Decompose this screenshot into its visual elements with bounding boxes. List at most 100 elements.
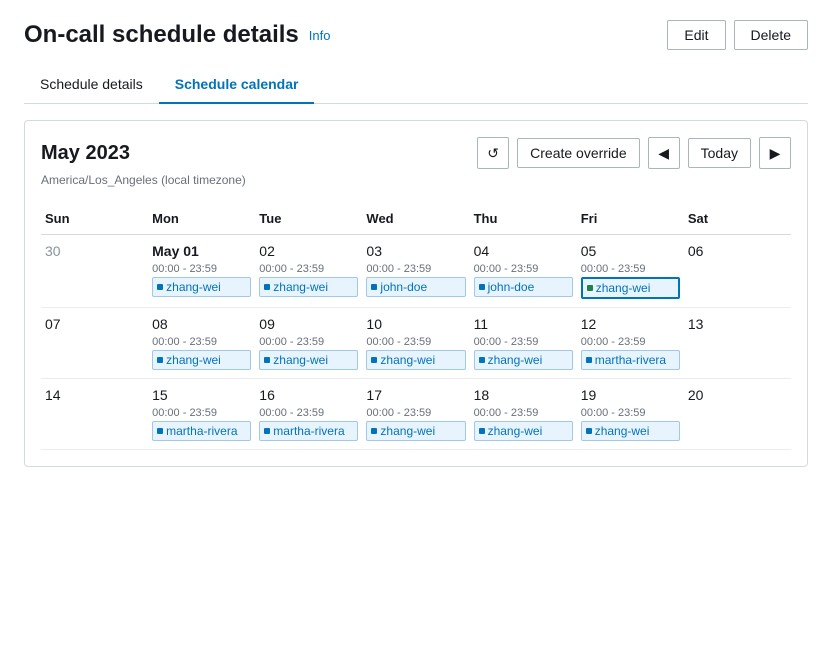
event-chip[interactable]: zhang-wei <box>581 277 680 299</box>
calendar-day-cell: 1500:00 - 23:59martha-rivera <box>148 379 255 450</box>
event-label: zhang-wei <box>380 353 435 367</box>
event-chip[interactable]: martha-rivera <box>259 421 358 441</box>
calendar-day-header-sun: Sun <box>41 203 148 235</box>
event-chip[interactable]: zhang-wei <box>259 277 358 297</box>
day-number: 20 <box>688 387 787 403</box>
info-badge[interactable]: Info <box>309 28 331 43</box>
event-time: 00:00 - 23:59 <box>366 407 465 419</box>
delete-button[interactable]: Delete <box>734 20 808 50</box>
event-label: zhang-wei <box>166 353 221 367</box>
event-dot <box>586 428 592 434</box>
day-number: 10 <box>366 316 465 332</box>
event-chip[interactable]: martha-rivera <box>152 421 251 441</box>
calendar-day-cell: 1800:00 - 23:59zhang-wei <box>470 379 577 450</box>
calendar-header-row: SunMonTueWedThuFriSat <box>41 203 791 235</box>
create-override-button[interactable]: Create override <box>517 138 640 168</box>
event-dot <box>264 428 270 434</box>
event-chip[interactable]: zhang-wei <box>152 350 251 370</box>
event-chip[interactable]: zhang-wei <box>581 421 680 441</box>
calendar-day-header-fri: Fri <box>577 203 684 235</box>
calendar-day-cell: 0300:00 - 23:59john-doe <box>362 235 469 308</box>
event-dot <box>371 357 377 363</box>
calendar-day-cell: 1600:00 - 23:59martha-rivera <box>255 379 362 450</box>
event-label: zhang-wei <box>273 280 328 294</box>
event-dot <box>479 428 485 434</box>
calendar-day-cell: 05 00:00 - 23:59 zhang-wei <box>577 235 684 308</box>
calendar-day-header-thu: Thu <box>470 203 577 235</box>
today-button[interactable]: Today <box>688 138 751 168</box>
event-label: martha-rivera <box>595 353 666 367</box>
page: On-call schedule details Info Edit Delet… <box>0 0 832 657</box>
calendar-day-cell: 1200:00 - 23:59martha-rivera <box>577 308 684 379</box>
event-label: martha-rivera <box>273 424 344 438</box>
calendar-controls: ↺ Create override ◀ Today ▶ <box>477 137 791 169</box>
tab-schedule-calendar[interactable]: Schedule calendar <box>159 66 315 104</box>
event-time: 00:00 - 23:59 <box>366 336 465 348</box>
calendar-day-cell: 17 00:00 - 23:59 zhang-wei <box>362 379 469 450</box>
event-chip[interactable]: zhang-wei <box>366 421 465 441</box>
day-number: 11 <box>474 316 573 332</box>
event-dot <box>264 357 270 363</box>
event-label: zhang-wei <box>595 424 650 438</box>
day-number: 13 <box>688 316 787 332</box>
calendar-week-row: 07 08 00:00 - 23:59 zhang-wei 09 00:00 - 23:5… <box>41 308 791 379</box>
prev-month-button[interactable]: ◀ <box>648 137 680 169</box>
event-dot <box>479 357 485 363</box>
day-number: 08 <box>152 316 251 332</box>
event-chip[interactable]: zhang-wei <box>259 350 358 370</box>
calendar-month-year: May 2023 <box>41 142 130 165</box>
event-time: 00:00 - 23:59 <box>474 336 573 348</box>
event-dot <box>371 428 377 434</box>
calendar-day-cell: 20 <box>684 379 791 450</box>
day-number: 05 <box>581 243 680 259</box>
event-chip[interactable]: zhang-wei <box>474 421 573 441</box>
event-label: zhang-wei <box>380 424 435 438</box>
calendar-day-cell: 30 <box>41 235 148 308</box>
event-chip[interactable]: john-doe <box>366 277 465 297</box>
event-dot <box>157 428 163 434</box>
event-dot <box>157 357 163 363</box>
event-time: 00:00 - 23:59 <box>259 336 358 348</box>
edit-button[interactable]: Edit <box>667 20 725 50</box>
day-number: 09 <box>259 316 358 332</box>
event-label: zhang-wei <box>488 353 543 367</box>
page-title: On-call schedule details <box>24 21 299 49</box>
calendar-day-cell: 0200:00 - 23:59zhang-wei <box>255 235 362 308</box>
event-time: 00:00 - 23:59 <box>152 336 251 348</box>
event-time: 00:00 - 23:59 <box>581 263 680 275</box>
calendar-day-cell: 06 <box>684 235 791 308</box>
header-actions: Edit Delete <box>667 20 808 50</box>
event-time: 00:00 - 23:59 <box>366 263 465 275</box>
event-time: 00:00 - 23:59 <box>152 263 251 275</box>
day-number: 17 <box>366 387 465 403</box>
event-time: 00:00 - 23:59 <box>259 407 358 419</box>
day-number: 06 <box>688 243 787 259</box>
calendar-day-cell: 1900:00 - 23:59zhang-wei <box>577 379 684 450</box>
day-number: 30 <box>45 243 144 259</box>
tab-schedule-details[interactable]: Schedule details <box>24 66 159 104</box>
calendar-day-cell: 10 00:00 - 23:59 zhang-wei <box>362 308 469 379</box>
next-month-button[interactable]: ▶ <box>759 137 791 169</box>
calendar-day-header-mon: Mon <box>148 203 255 235</box>
event-dot <box>479 284 485 290</box>
day-number: 12 <box>581 316 680 332</box>
tabs: Schedule details Schedule calendar <box>24 66 808 104</box>
event-dot <box>371 284 377 290</box>
page-header: On-call schedule details Info Edit Delet… <box>24 20 808 50</box>
calendar-day-cell: 13 <box>684 308 791 379</box>
event-label: zhang-wei <box>596 281 651 295</box>
event-chip[interactable]: zhang-wei <box>474 350 573 370</box>
calendar-title-group: May 2023 <box>41 142 130 165</box>
event-chip[interactable]: martha-rivera <box>581 350 680 370</box>
event-dot <box>157 284 163 290</box>
event-chip[interactable]: zhang-wei <box>366 350 465 370</box>
event-chip[interactable]: zhang-wei <box>152 277 251 297</box>
calendar-week-row: 141500:00 - 23:59martha-rivera1600:00 - … <box>41 379 791 450</box>
calendar-day-cell: 08 00:00 - 23:59 zhang-wei <box>148 308 255 379</box>
event-dot <box>264 284 270 290</box>
day-number: 07 <box>45 316 144 332</box>
event-chip[interactable]: john-doe <box>474 277 573 297</box>
event-time: 00:00 - 23:59 <box>474 407 573 419</box>
refresh-button[interactable]: ↺ <box>477 137 509 169</box>
calendar-week-row: 30May 0100:00 - 23:59zhang-wei0200:00 - … <box>41 235 791 308</box>
